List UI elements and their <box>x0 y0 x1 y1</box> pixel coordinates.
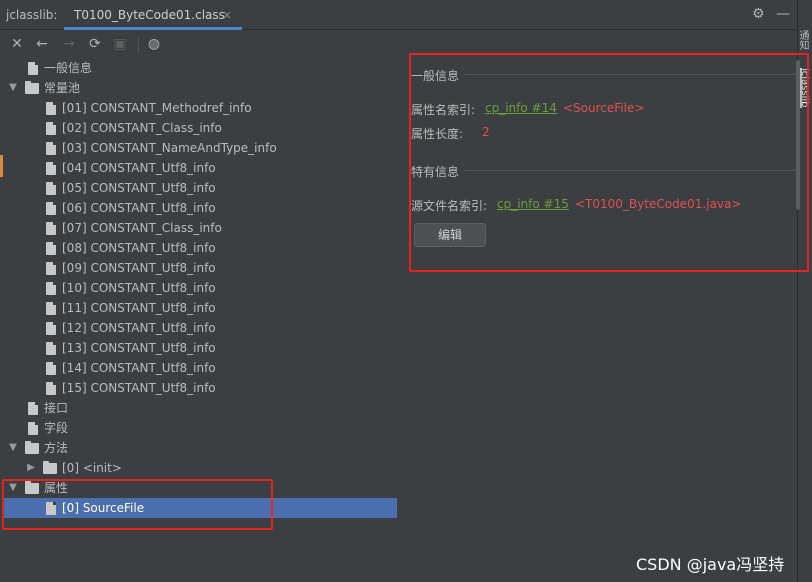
tree-item-methods[interactable]: ▼ 方法 <box>0 438 400 458</box>
minimize-icon[interactable]: — <box>776 6 790 22</box>
tab-close-icon[interactable]: × <box>222 8 232 22</box>
file-icon <box>46 122 56 135</box>
tree-item-label: [01] CONSTANT_Methodref_info <box>62 101 252 115</box>
tree-item-interfaces[interactable]: 接口 <box>0 398 400 418</box>
file-icon <box>46 362 56 375</box>
tree-item-label: [11] CONSTANT_Utf8_info <box>62 301 216 315</box>
chevron-down-icon[interactable]: ▼ <box>7 78 19 98</box>
tree-item-constant[interactable]: [01] CONSTANT_Methodref_info <box>0 98 400 118</box>
tree-item-label: [08] CONSTANT_Utf8_info <box>62 241 216 255</box>
tree-item-constant[interactable]: [06] CONSTANT_Utf8_info <box>0 198 400 218</box>
tree-item-constant[interactable]: [09] CONSTANT_Utf8_info <box>0 258 400 278</box>
tree-item-label: [15] CONSTANT_Utf8_info <box>62 381 216 395</box>
tree-item-constant[interactable]: [05] CONSTANT_Utf8_info <box>0 178 400 198</box>
tree-item-label: [10] CONSTANT_Utf8_info <box>62 281 216 295</box>
tree-item-constant[interactable]: [08] CONSTANT_Utf8_info <box>0 238 400 258</box>
tree-item-constant[interactable]: [02] CONSTANT_Class_info <box>0 118 400 138</box>
file-icon <box>46 142 56 155</box>
tree-item-constant[interactable]: [15] CONSTANT_Utf8_info <box>0 378 400 398</box>
tree-item-constant[interactable]: [12] CONSTANT_Utf8_info <box>0 318 400 338</box>
folder-icon <box>25 81 39 94</box>
tree-item-label: [12] CONSTANT_Utf8_info <box>62 321 216 335</box>
tree-item-label: 常量池 <box>44 81 81 95</box>
tree-item-constant[interactable]: [07] CONSTANT_Class_info <box>0 218 400 238</box>
tree-item-label: [04] CONSTANT_Utf8_info <box>62 161 216 175</box>
back-arrow-icon[interactable]: ← <box>33 35 51 53</box>
tree-item-label: [02] CONSTANT_Class_info <box>62 121 222 135</box>
tree-item-constant[interactable]: [11] CONSTANT_Utf8_info <box>0 298 400 318</box>
tab-bytecode-file[interactable]: T0100_ByteCode01.class <box>64 0 235 30</box>
file-icon <box>46 102 56 115</box>
highlight-box-detail <box>409 53 809 272</box>
file-icon <box>46 242 56 255</box>
tree-item-constant[interactable]: [13] CONSTANT_Utf8_info <box>0 338 400 358</box>
file-icon <box>46 322 56 335</box>
file-icon <box>46 302 56 315</box>
tree-item-constant[interactable]: [03] CONSTANT_NameAndType_info <box>0 138 400 158</box>
save-icon[interactable]: ▣ <box>111 35 129 53</box>
tree-item-constant-pool[interactable]: ▼ 常量池 <box>0 78 400 98</box>
close-icon[interactable]: ✕ <box>8 35 26 53</box>
active-tab-indicator <box>64 27 242 30</box>
tree-item-label: [14] CONSTANT_Utf8_info <box>62 361 216 375</box>
file-icon <box>46 342 56 355</box>
tree-item-label: 接口 <box>44 401 69 415</box>
tree-item-constant[interactable]: [14] CONSTANT_Utf8_info <box>0 358 400 378</box>
file-icon <box>46 162 56 175</box>
tree-item-fields[interactable]: 字段 <box>0 418 400 438</box>
gear-icon[interactable]: ⚙ <box>752 6 768 22</box>
side-tab-notifications[interactable]: 通知 <box>797 30 810 50</box>
web-icon[interactable]: ◍ <box>145 35 163 53</box>
refresh-icon[interactable]: ⟳ <box>86 35 104 53</box>
chevron-down-icon[interactable]: ▼ <box>7 438 19 458</box>
tree-item-label: 字段 <box>44 421 69 435</box>
file-icon <box>46 262 56 275</box>
tree-item-label: [06] CONSTANT_Utf8_info <box>62 201 216 215</box>
folder-icon <box>43 461 57 474</box>
tree-item-constant[interactable]: [10] CONSTANT_Utf8_info <box>0 278 400 298</box>
file-icon <box>46 282 56 295</box>
file-icon <box>28 422 38 435</box>
file-icon <box>28 62 38 75</box>
tree-item-general-info[interactable]: 一般信息 <box>0 58 400 78</box>
tree-item-label: [07] CONSTANT_Class_info <box>62 221 222 235</box>
forward-arrow-icon[interactable]: → <box>60 35 78 53</box>
highlight-box-attribute <box>2 479 273 530</box>
tree-item-constant[interactable]: [04] CONSTANT_Utf8_info <box>0 158 400 178</box>
tool-window-label: jclasslib: <box>6 8 58 22</box>
watermark-text: CSDN @java冯坚持 <box>636 555 785 574</box>
chevron-right-icon[interactable]: ▶ <box>25 458 37 478</box>
file-icon <box>46 382 56 395</box>
file-icon <box>46 182 56 195</box>
tree-item-label: [0] <init> <box>62 461 122 475</box>
file-icon <box>46 202 56 215</box>
tree-item-label: [03] CONSTANT_NameAndType_info <box>62 141 277 155</box>
tree-item-label: [05] CONSTANT_Utf8_info <box>62 181 216 195</box>
tree-item-label: [13] CONSTANT_Utf8_info <box>62 341 216 355</box>
tree-item-label: 方法 <box>44 441 69 455</box>
title-bar: jclasslib: T0100_ByteCode01.class × ⚙ — <box>0 0 797 30</box>
tree-item-label: 一般信息 <box>44 61 93 75</box>
file-icon <box>28 402 38 415</box>
tree-item-label: [09] CONSTANT_Utf8_info <box>62 261 216 275</box>
folder-icon <box>25 441 39 454</box>
toolbar-separator <box>138 38 139 52</box>
file-icon <box>46 222 56 235</box>
structure-tree: 一般信息 ▼ 常量池 [01] CONSTANT_Methodref_info … <box>0 58 400 518</box>
tree-item-method-init[interactable]: ▶ [0] <init> <box>0 458 400 478</box>
